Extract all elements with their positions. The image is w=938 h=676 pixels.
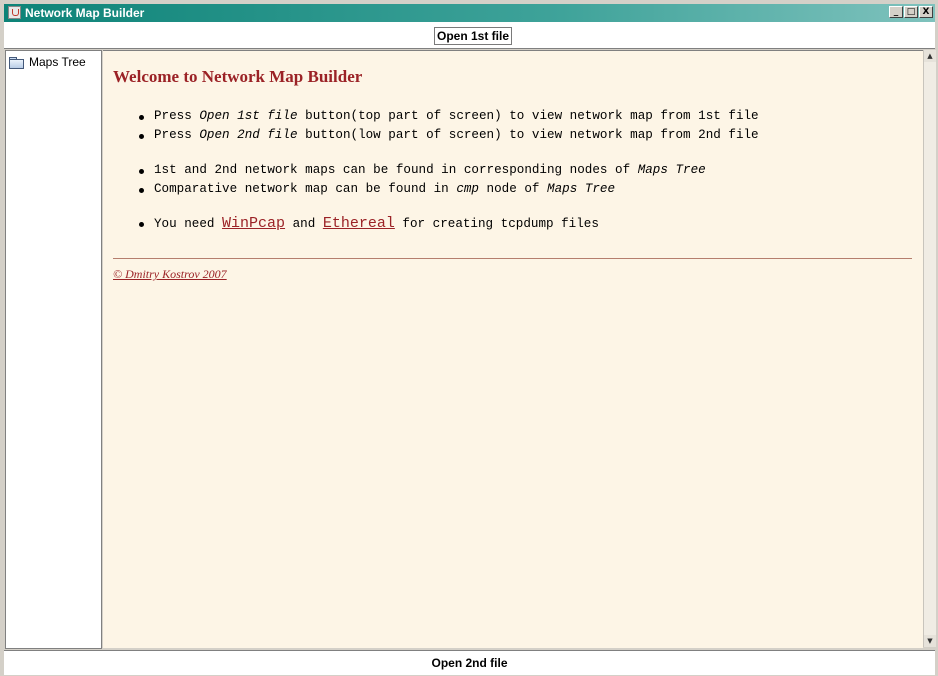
tree-node-maps-tree[interactable]: Maps Tree [9,55,86,69]
copyright-link[interactable]: © Dmitry Kostrov 2007 [113,267,227,282]
vertical-scrollbar[interactable]: ▲ ▼ [923,50,936,647]
tree-node-label: Maps Tree [29,55,86,69]
list-item: Press Open 2nd file button(low part of s… [135,126,759,145]
close-button[interactable]: X [919,6,933,18]
list-item: Press Open 1st file button(top part of s… [135,107,759,126]
bottom-toolbar: Open 2nd file [4,650,935,675]
instructions-list: Press Open 1st file button(top part of s… [135,107,759,145]
list-item: 1st and 2nd network maps can be found in… [135,161,706,180]
maps-tree-panel: Maps Tree [5,50,102,649]
scroll-up-arrow-icon[interactable]: ▲ [924,50,936,62]
open-2nd-file-button[interactable]: Open 2nd file [4,651,935,675]
welcome-heading: Welcome to Network Map Builder [113,67,363,86]
ethereal-link[interactable]: Ethereal [323,215,395,232]
window-title: Network Map Builder [25,6,145,20]
java-app-icon [8,6,21,19]
window-controls: _ □ X [889,6,933,18]
open-1st-file-button[interactable]: Open 1st file [434,27,513,45]
requirements-list: You need WinPcap and Ethereal for creati… [135,214,599,233]
minimize-button[interactable]: _ [889,6,903,18]
winpcap-link[interactable]: WinPcap [222,215,285,232]
scroll-down-arrow-icon[interactable]: ▼ [924,635,936,647]
window-edge [0,0,4,676]
top-toolbar: Open 1st file [4,22,935,49]
folder-icon [9,56,24,69]
list-item: You need WinPcap and Ethereal for creati… [135,214,599,233]
welcome-content-panel: Welcome to Network Map Builder Press Ope… [103,50,923,648]
maximize-button[interactable]: □ [904,6,918,18]
list-item: Comparative network map can be found in … [135,180,706,199]
tree-info-list: 1st and 2nd network maps can be found in… [135,161,706,199]
title-bar[interactable]: Network Map Builder _ □ X [4,4,935,22]
horizontal-divider [113,258,912,259]
